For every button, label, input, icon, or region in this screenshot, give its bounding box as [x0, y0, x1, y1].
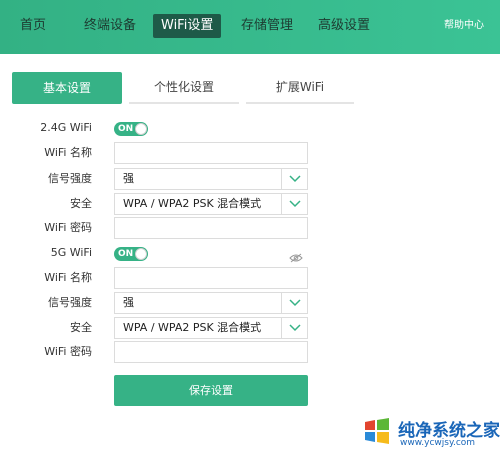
wifi24-toggle[interactable]: ON [114, 122, 148, 136]
wifi-settings-form: 2.4G WiFi ON WiFi 名称 信号强度 强 安全 WPA / WPA… [0, 0, 500, 455]
wifi5-label: 5G WiFi [50, 246, 92, 259]
wifi5-name-input[interactable] [114, 267, 308, 289]
wifi5-toggle[interactable]: ON [114, 247, 148, 261]
wifi24-name-input[interactable] [114, 142, 308, 164]
chevron-down-icon[interactable] [281, 318, 307, 338]
wifi5-signal-label: 信号强度 [48, 296, 92, 309]
wifi24-toggle-text: ON [118, 124, 134, 134]
wifi5-security-select[interactable]: WPA / WPA2 PSK 混合模式 [114, 317, 308, 339]
wifi5-toggle-text: ON [118, 249, 134, 259]
site-watermark: 纯净系统之家 www.ycwjsy.com [360, 412, 500, 452]
eye-slash-icon[interactable] [289, 248, 303, 263]
save-settings-button[interactable]: 保存设置 [114, 375, 308, 406]
wifi24-password-label: WiFi 密码 [44, 221, 92, 234]
wifi24-name-label: WiFi 名称 [44, 146, 92, 159]
wifi24-signal-label: 信号强度 [48, 172, 92, 185]
toggle-knob [135, 123, 147, 135]
wifi5-name-label: WiFi 名称 [44, 271, 92, 284]
wifi24-security-select[interactable]: WPA / WPA2 PSK 混合模式 [114, 193, 308, 215]
wifi5-signal-value: 强 [123, 296, 134, 309]
wifi24-security-value: WPA / WPA2 PSK 混合模式 [123, 197, 262, 210]
watermark-url: www.ycwjsy.com [400, 438, 476, 448]
windows-logo-icon [362, 416, 392, 446]
wifi5-signal-select[interactable]: 强 [114, 292, 308, 314]
wifi24-signal-select[interactable]: 强 [114, 168, 308, 190]
wifi24-signal-value: 强 [123, 172, 134, 185]
toggle-knob [135, 248, 147, 260]
wifi24-label: 2.4G WiFi [40, 121, 92, 134]
chevron-down-icon[interactable] [281, 169, 307, 189]
chevron-down-icon[interactable] [281, 293, 307, 313]
wifi5-password-input[interactable] [114, 341, 308, 363]
wifi24-security-label: 安全 [70, 197, 92, 210]
wifi24-password-input[interactable] [114, 217, 308, 239]
wifi5-password-label: WiFi 密码 [44, 345, 92, 358]
chevron-down-icon[interactable] [281, 194, 307, 214]
wifi5-security-value: WPA / WPA2 PSK 混合模式 [123, 321, 262, 334]
wifi5-security-label: 安全 [70, 321, 92, 334]
